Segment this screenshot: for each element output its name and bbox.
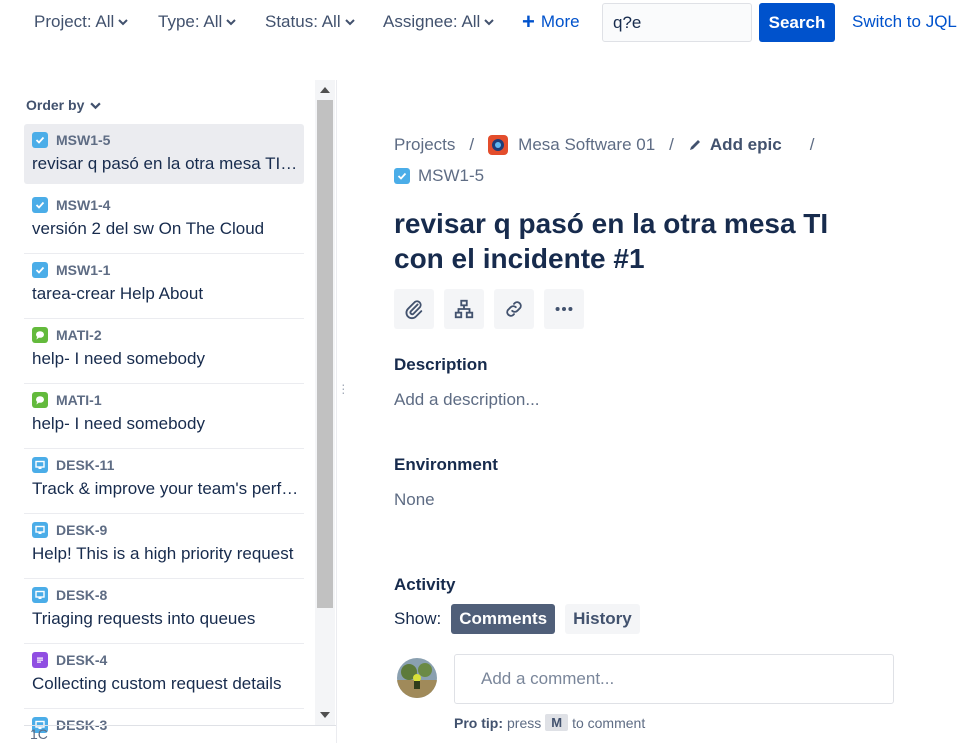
environment-value[interactable]: None [394,490,435,510]
list-item[interactable]: MSW1-4 versión 2 del sw On The Cloud [24,189,304,254]
activity-label: Activity [394,575,456,594]
project-filter[interactable]: Project: All [34,12,129,32]
comment-input[interactable]: Add a comment... [454,654,894,704]
breadcrumb-separator: / [809,135,815,154]
scroll-down-arrow-icon[interactable] [320,712,330,718]
form-icon [32,652,48,668]
attach-button[interactable] [394,289,434,329]
issue-key-link[interactable]: MSW1-5 [394,166,484,186]
link-icon [506,301,522,317]
monitor-icon [32,457,48,473]
list-item[interactable]: DESK-9 Help! This is a high priority req… [24,514,304,579]
paperclip-icon [405,300,423,320]
breadcrumb-separator: / [469,135,475,154]
add-epic-button[interactable]: Add epic [688,135,782,155]
list-item[interactable]: DESK-8 Triaging requests into queues [24,579,304,644]
breadcrumb-separator: / [669,135,674,154]
scroll-thumb[interactable] [317,100,333,608]
task-checkbox-icon [32,132,48,148]
description-placeholder[interactable]: Add a description... [394,390,540,410]
plus-icon: + [522,9,535,34]
monitor-icon [32,587,48,603]
show-label: Show: [394,609,442,628]
switch-to-jql-link[interactable]: Switch to JQL [852,12,957,32]
search-button[interactable]: Search [759,3,835,42]
chevron-down-icon [484,19,495,26]
tab-history[interactable]: History [565,604,640,634]
chat-bubble-icon [32,327,48,343]
assignee-filter[interactable]: Assignee: All [383,12,495,32]
more-filters-button[interactable]: + More [522,9,580,34]
chevron-down-icon [344,19,355,26]
chevron-down-icon [118,19,129,26]
child-issue-button[interactable] [444,289,484,329]
list-footer: 1C [24,725,336,743]
breadcrumb: Projects / Mesa Software 01 / Add epic / [394,135,828,155]
more-actions-button[interactable] [544,289,584,329]
chevron-down-icon [90,102,102,109]
issue-list-panel: Order by MSW1-5 revisar q pasó en la otr… [24,80,336,743]
ellipsis-icon [555,306,573,312]
pencil-icon [689,140,700,150]
project-avatar-icon [488,135,509,155]
activity-filter: Show: Comments History [394,604,640,634]
tab-comments[interactable]: Comments [451,604,556,634]
keyboard-shortcut-key: M [545,714,569,731]
list-scrollbar[interactable] [315,80,335,725]
chat-bubble-icon [32,392,48,408]
list-item[interactable]: MSW1-1 tarea-crear Help About [24,254,304,319]
order-by-button[interactable]: Order by [26,97,102,113]
list-item[interactable]: MATI-2 help- I need somebody [24,319,304,384]
search-input[interactable] [602,3,752,42]
chevron-down-icon [226,19,236,26]
type-filter[interactable]: Type: All [158,12,236,32]
list-item[interactable]: MSW1-5 revisar q pasó en la otra mesa TI… [24,124,304,184]
link-issue-button[interactable] [494,289,534,329]
issue-title[interactable]: revisar q pasó en la otra mesa TI con el… [394,206,864,276]
scroll-up-arrow-icon[interactable] [320,87,330,93]
list-item[interactable]: DESK-11 Track & improve your team's perf… [24,449,304,514]
status-filter[interactable]: Status: All [265,12,355,32]
avatar [397,658,437,698]
monitor-icon [32,522,48,538]
environment-label: Environment [394,455,498,474]
issue-list: MSW1-5 revisar q pasó en la otra mesa TI… [24,124,304,743]
task-checkbox-icon [32,197,48,213]
pro-tip: Pro tip: press M to comment [454,714,646,731]
breadcrumb-projects-link[interactable]: Projects [394,135,455,155]
breadcrumb-project-link[interactable]: Mesa Software 01 [518,135,655,155]
filter-bar: Project: All Type: All Status: All Assig… [0,0,961,46]
description-label: Description [394,355,488,374]
issue-action-bar [394,289,584,329]
task-checkbox-icon [32,262,48,278]
list-item[interactable]: DESK-4 Collecting custom request details [24,644,304,709]
hierarchy-icon [454,299,474,319]
resize-handle-icon[interactable]: · · · [341,377,346,399]
panel-divider [336,80,337,743]
task-checkbox-icon [394,168,410,184]
list-item[interactable]: MATI-1 help- I need somebody [24,384,304,449]
